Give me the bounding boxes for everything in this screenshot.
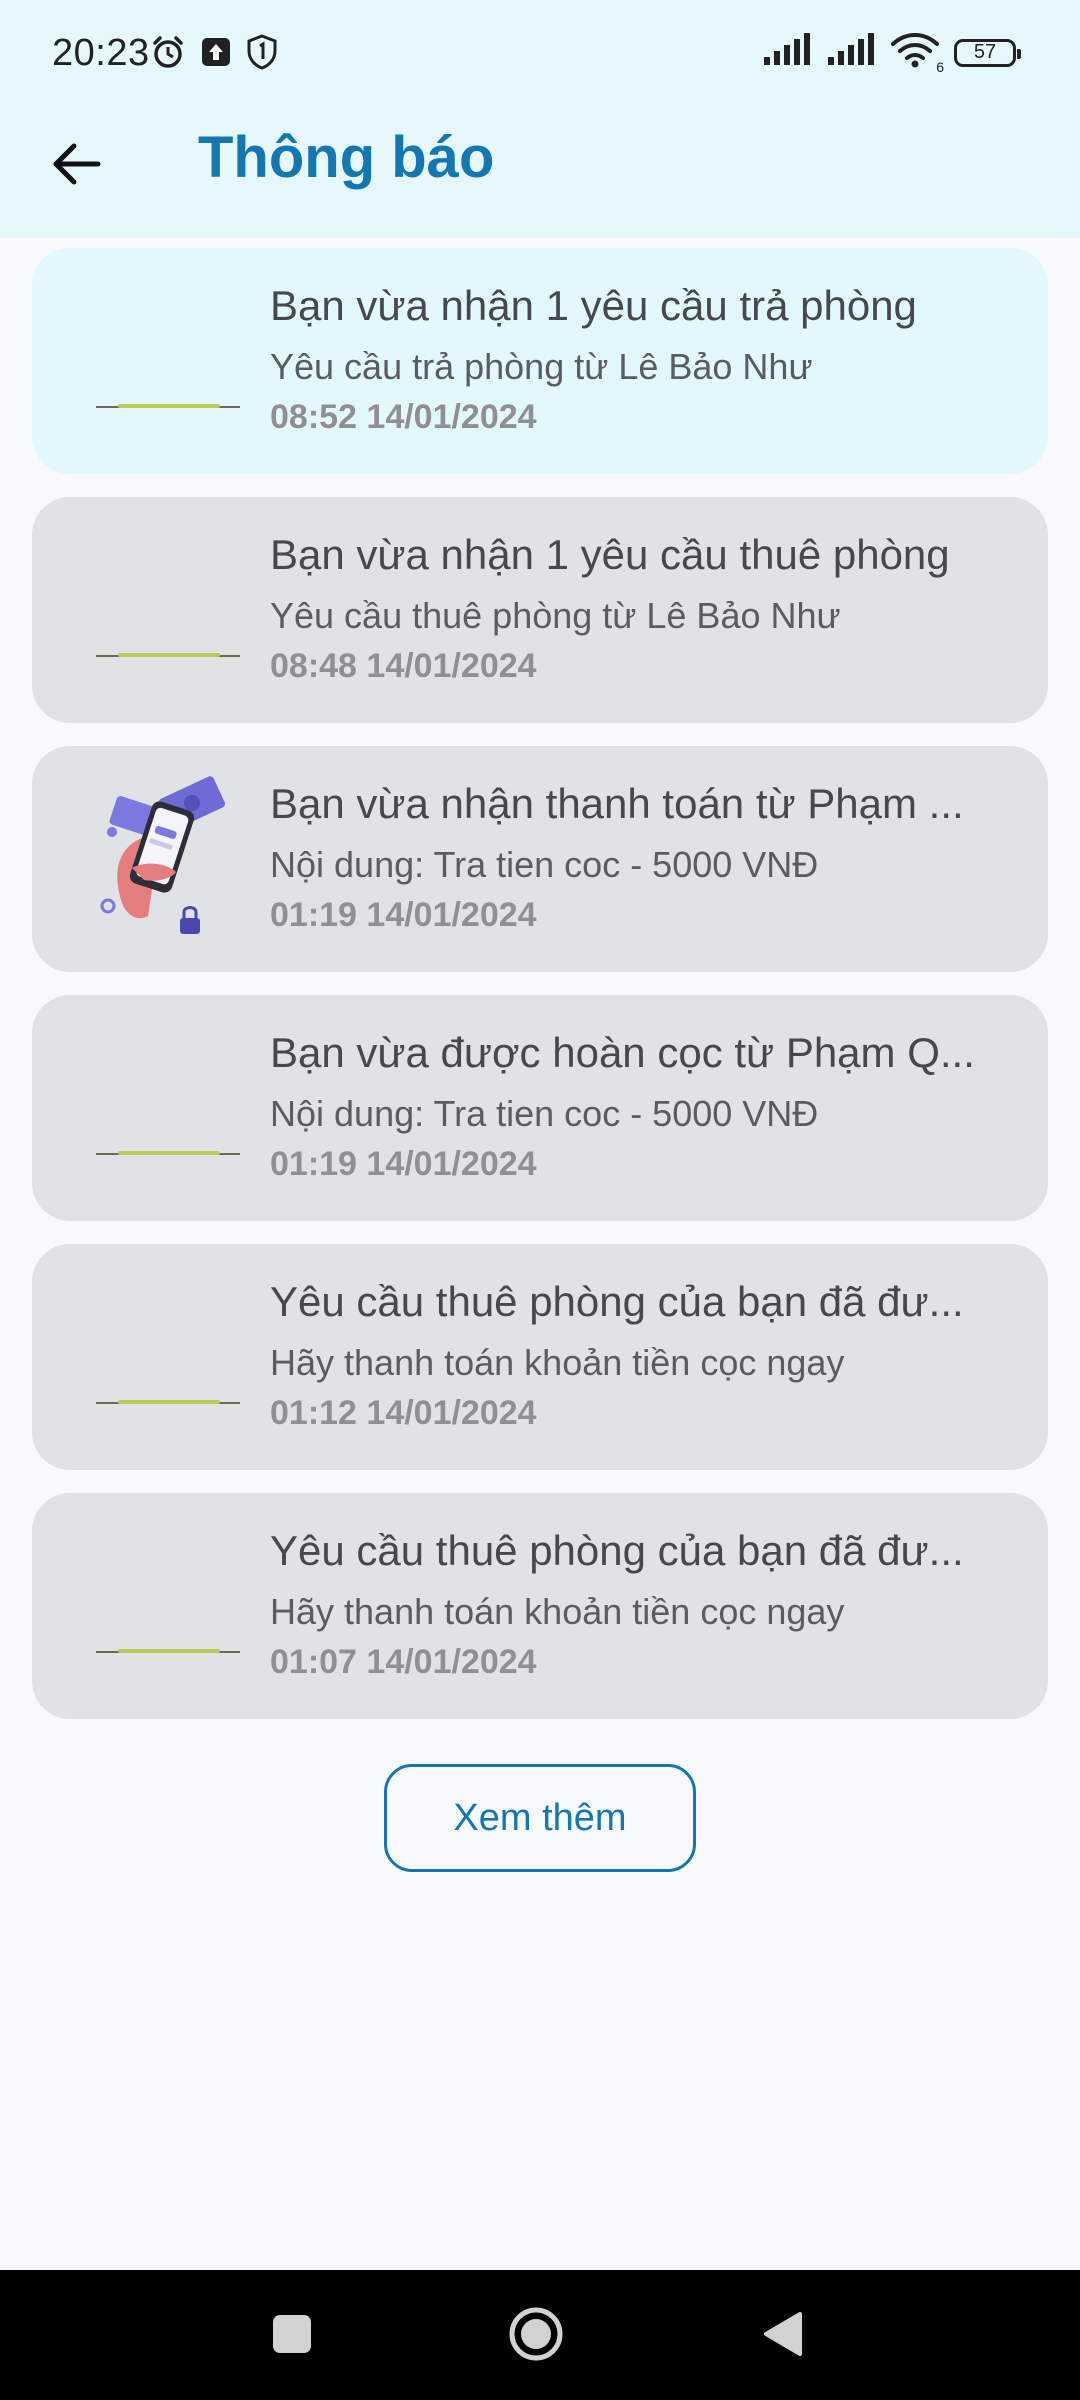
notification-body: Yêu cầu thuê phòng từ Lê Bảo Như	[270, 595, 841, 636]
notification-title: Bạn vừa nhận 1 yêu cầu trả phòng	[270, 282, 917, 329]
notification-list: Bạn vừa nhận 1 yêu cầu trả phòng Yêu cầu…	[32, 248, 1048, 1742]
shield-icon	[246, 34, 278, 75]
recents-button[interactable]	[256, 2300, 328, 2372]
system-navigation-bar	[0, 2270, 1080, 2400]
notification-time: 01:19 14/01/2024	[270, 896, 537, 934]
upload-icon	[200, 36, 232, 73]
notification-title: Yêu cầu thuê phòng của bạn đã đư...	[270, 1527, 964, 1574]
status-bar: 20:23 6 57	[0, 0, 1080, 110]
notification-time: 01:07 14/01/2024	[270, 1643, 537, 1681]
top-app-bar: 20:23 6 57 Thông báo	[0, 0, 1080, 238]
notification-time: 08:48 14/01/2024	[270, 647, 537, 685]
app-header: Thông báo	[0, 110, 1080, 238]
thumbnail-placeholder	[96, 1151, 240, 1159]
see-more-button[interactable]: Xem thêm	[384, 1764, 696, 1872]
status-icons-right: 6 57	[762, 32, 1021, 75]
notification-item[interactable]: Bạn vừa được hoàn cọc từ Phạm Q... Nội d…	[32, 995, 1048, 1221]
wifi-label: 6	[936, 59, 944, 75]
notification-item[interactable]: Bạn vừa nhận 1 yêu cầu trả phòng Yêu cầu…	[32, 248, 1048, 474]
signal-icon	[826, 33, 876, 72]
page-title: Thông báo	[198, 125, 495, 190]
notification-title: Bạn vừa nhận thanh toán từ Phạm ...	[270, 780, 964, 827]
back-triangle-icon	[760, 2310, 804, 2363]
thumbnail-placeholder	[96, 1400, 240, 1408]
home-circle-icon	[508, 2306, 564, 2367]
notification-body: Hãy thanh toán khoản tiền cọc ngay	[270, 1342, 845, 1383]
notification-time: 08:52 14/01/2024	[270, 398, 537, 436]
nav-back-button[interactable]	[746, 2300, 818, 2372]
battery-level: 57	[973, 41, 997, 63]
battery-icon: 57	[954, 38, 1021, 67]
signal-icon	[762, 33, 812, 72]
notification-body: Nội dung: Tra tien coc - 5000 VNĐ	[270, 1093, 819, 1134]
notification-title: Bạn vừa nhận 1 yêu cầu thuê phòng	[270, 531, 950, 578]
notification-body: Yêu cầu trả phòng từ Lê Bảo Như	[270, 346, 813, 387]
notification-item[interactable]: Bạn vừa nhận thanh toán từ Phạm ... Nội …	[32, 746, 1048, 972]
notification-title: Bạn vừa được hoàn cọc từ Phạm Q...	[270, 1029, 975, 1076]
back-button[interactable]	[40, 130, 112, 202]
arrow-left-icon	[50, 142, 102, 191]
alarm-icon	[150, 34, 186, 75]
wifi-icon: 6	[890, 32, 944, 75]
thumbnail-placeholder	[96, 404, 240, 412]
notification-item[interactable]: Yêu cầu thuê phòng của bạn đã đư... Hãy …	[32, 1493, 1048, 1719]
notification-body: Nội dung: Tra tien coc - 5000 VNĐ	[270, 844, 819, 885]
notification-item[interactable]: Bạn vừa nhận 1 yêu cầu thuê phòng Yêu cầ…	[32, 497, 1048, 723]
thumbnail-placeholder	[96, 653, 240, 661]
home-button[interactable]	[500, 2300, 572, 2372]
notification-time: 01:19 14/01/2024	[270, 1145, 537, 1183]
payment-illustration	[92, 776, 242, 942]
thumbnail-placeholder	[96, 1649, 240, 1657]
notification-body: Hãy thanh toán khoản tiền cọc ngay	[270, 1591, 845, 1632]
recents-square-icon	[271, 2313, 313, 2360]
notification-item[interactable]: Yêu cầu thuê phòng của bạn đã đư... Hãy …	[32, 1244, 1048, 1470]
notification-time: 01:12 14/01/2024	[270, 1394, 537, 1432]
notification-title: Yêu cầu thuê phòng của bạn đã đư...	[270, 1278, 964, 1325]
status-icons-left	[150, 34, 278, 75]
status-time: 20:23	[52, 32, 150, 74]
